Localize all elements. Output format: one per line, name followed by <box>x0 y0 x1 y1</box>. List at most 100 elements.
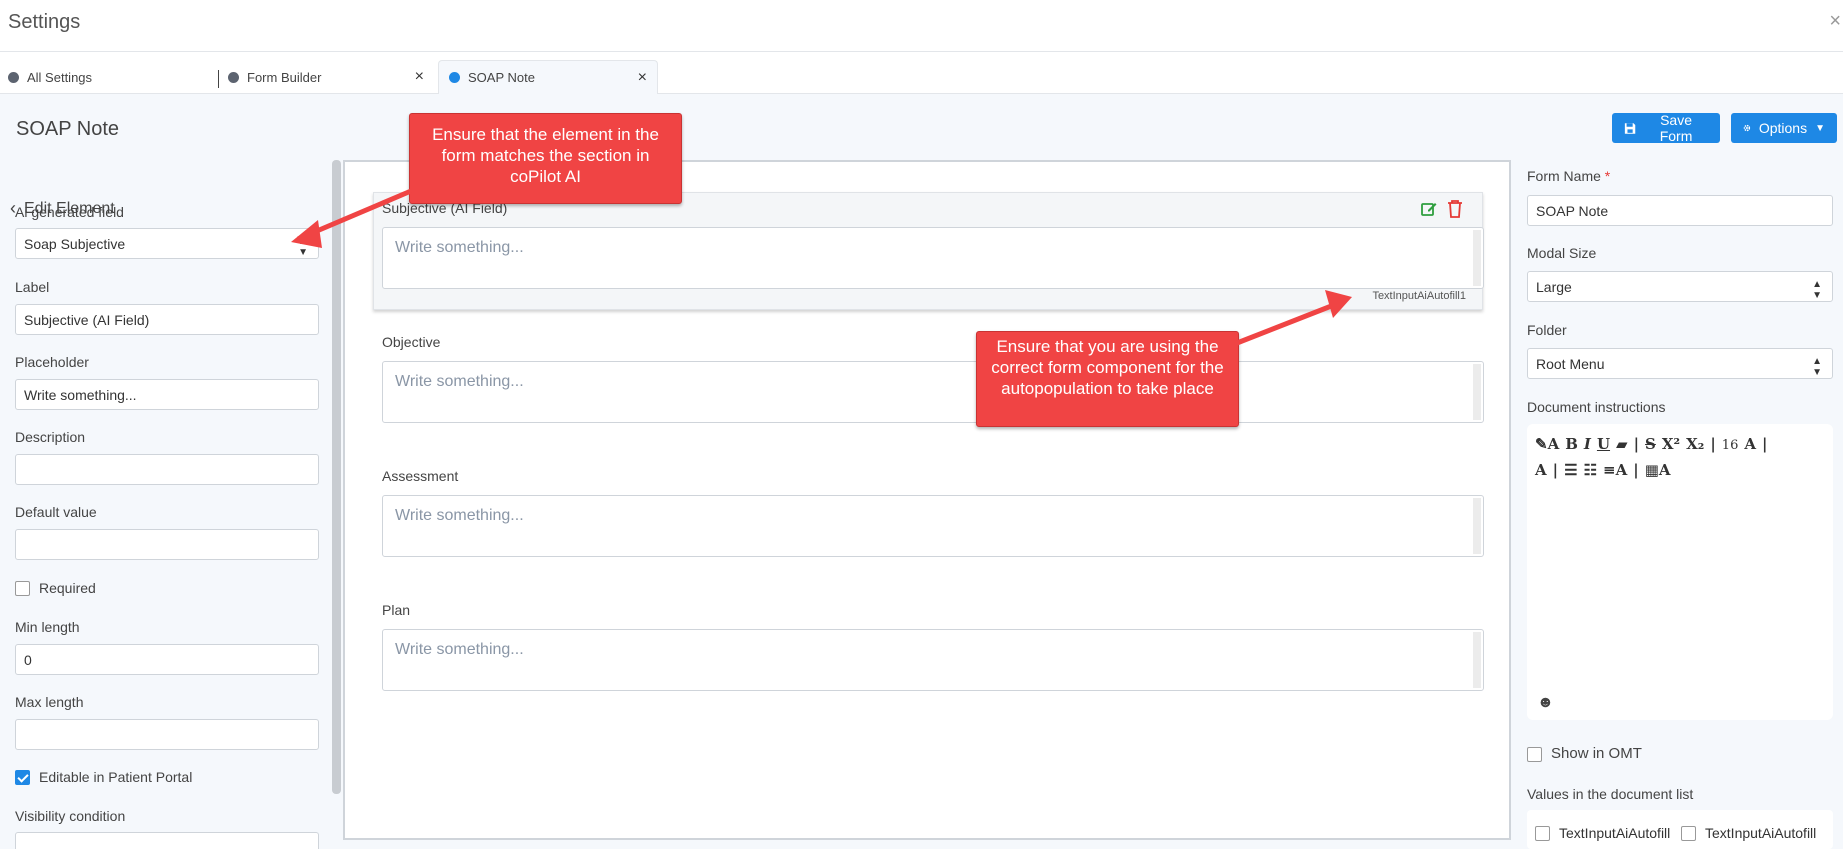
objective-placeholder: Write something... <box>395 373 524 390</box>
italic-icon[interactable]: I <box>1584 432 1591 456</box>
save-form-button[interactable]: Save Form <box>1612 112 1720 144</box>
plan-field-label-wrap: Plan <box>382 602 1484 618</box>
required-mark: * <box>1604 168 1611 184</box>
strikethrough-icon[interactable]: S <box>1645 432 1656 456</box>
label-input[interactable]: Subjective (AI Field) <box>15 304 319 335</box>
table-icon[interactable]: ▦A <box>1645 458 1671 482</box>
default-value-label: Default value <box>15 504 97 520</box>
label-input-value: Subjective (AI Field) <box>24 312 150 328</box>
toolbar-divider: | <box>1633 435 1640 453</box>
form-name-label: Form Name * <box>1527 168 1610 184</box>
label-field-label: Label <box>15 279 50 295</box>
tab-label: SOAP Note <box>468 70 535 85</box>
textarea-scrollbar <box>1473 498 1481 554</box>
font-color-icon[interactable]: A <box>1744 432 1756 456</box>
font-size-control[interactable]: 16 <box>1722 434 1739 458</box>
modal-size-select[interactable]: Large ▲ ▼ <box>1527 271 1833 302</box>
document-instructions-editor[interactable]: ✎A B I U ▰ | S X² X₂ | 16 A | A | ☰ ☷ ≡A | ▦A ☻ <box>1527 424 1833 720</box>
left-panel-scrollbar[interactable] <box>332 160 341 794</box>
modal-size-value: Large <box>1536 279 1572 295</box>
title-bar: Settings × <box>0 0 1843 52</box>
assessment-placeholder: Write something... <box>395 507 524 524</box>
ai-generated-field-select[interactable]: Soap Subjective ▲ ▼ <box>15 228 319 259</box>
select-caret-icon: ▲ ▼ <box>298 236 308 258</box>
tab-form-builder[interactable]: Form Builder × <box>228 60 434 94</box>
tab-status-dot-icon <box>449 72 460 83</box>
min-length-label: Min length <box>15 619 80 635</box>
required-checkbox[interactable] <box>15 581 30 596</box>
value-option-a-checkbox[interactable] <box>1535 826 1550 841</box>
editor-toolbar: ✎A B I U ▰ | S X² X₂ | 16 A | A | ☰ ☷ ≡A | ▦A <box>1535 432 1825 482</box>
ai-field-label: Ai generated field <box>15 204 124 220</box>
show-omt-label: Show in OMT <box>1551 745 1642 762</box>
textarea-scrollbar <box>1473 364 1481 420</box>
ai-field-value: Soap Subjective <box>24 236 126 252</box>
assessment-field-label-wrap: Assessment <box>382 468 1484 484</box>
chevron-down-icon: ▼ <box>1815 122 1825 134</box>
visibility-condition-input[interactable] <box>15 832 319 849</box>
textarea-scrollbar <box>1473 230 1481 286</box>
assessment-textarea[interactable]: Write something... <box>382 495 1484 557</box>
form-name-value: SOAP Note <box>1536 203 1609 219</box>
required-label: Required <box>39 580 96 596</box>
highlight-icon[interactable]: A <box>1535 458 1547 482</box>
show-omt-checkbox[interactable] <box>1527 747 1542 762</box>
values-list-label: Values in the document list <box>1527 786 1694 802</box>
superscript-icon[interactable]: X² <box>1662 432 1680 456</box>
callout-component-type: Ensure that you are using the correct fo… <box>976 331 1239 427</box>
toolbar-divider: | <box>1710 435 1716 453</box>
folder-label: Folder <box>1527 322 1567 338</box>
form-canvas: TextInputAiAutofill1 Subjective (AI Fiel… <box>343 160 1511 840</box>
emoji-icon[interactable]: ☻ <box>1537 694 1554 712</box>
form-name-label-text: Form Name <box>1527 168 1601 184</box>
main-area: SOAP Note Save Form Options ▼ ‹ Edit Ele… <box>0 94 1843 849</box>
tab-close-icon[interactable]: × <box>415 68 424 86</box>
underline-icon[interactable]: U <box>1597 432 1610 456</box>
select-caret-icon: ▲ ▼ <box>1812 279 1822 301</box>
value-option-b-checkbox[interactable] <box>1681 826 1696 841</box>
window-title: Settings <box>8 11 81 33</box>
magic-format-icon[interactable]: ✎A <box>1535 432 1559 456</box>
placeholder-field-label: Placeholder <box>15 354 89 370</box>
save-icon <box>1624 122 1636 134</box>
objective-textarea[interactable]: Write something... <box>382 361 1484 423</box>
subjective-textarea[interactable]: Write something... <box>382 227 1484 289</box>
subscript-icon[interactable]: X₂ <box>1686 432 1704 456</box>
bullet-list-icon[interactable]: ☰ <box>1564 458 1577 482</box>
max-length-input[interactable] <box>15 719 319 750</box>
values-list-box: TextInputAiAutofill TextInputAiAutofill <box>1527 810 1833 849</box>
folder-value: Root Menu <box>1536 356 1605 372</box>
min-length-value: 0 <box>24 652 32 668</box>
document-instructions-label: Document instructions <box>1527 399 1666 415</box>
align-icon[interactable]: ≡A <box>1603 458 1627 482</box>
description-input[interactable] <box>15 454 319 485</box>
select-caret-icon: ▲ ▼ <box>1812 356 1822 378</box>
tab-label: Form Builder <box>247 69 322 85</box>
settings-window: Settings × All Settings Form Builder × S… <box>0 0 1843 849</box>
max-length-label: Max length <box>15 694 84 710</box>
tab-status-dot-icon <box>8 71 19 83</box>
tab-close-icon[interactable]: × <box>638 69 647 87</box>
options-button[interactable]: Options ▼ <box>1731 113 1837 143</box>
bold-icon[interactable]: B <box>1565 432 1578 456</box>
tab-bar: All Settings Form Builder × SOAP Note × <box>0 52 1843 94</box>
plan-textarea[interactable]: Write something... <box>382 629 1484 691</box>
folder-select[interactable]: Root Menu ▲ ▼ <box>1527 348 1833 379</box>
min-length-input[interactable]: 0 <box>15 644 319 675</box>
tab-soap-note[interactable]: SOAP Note × <box>438 60 658 94</box>
default-value-input[interactable] <box>15 529 319 560</box>
visibility-condition-label: Visibility condition <box>15 808 126 824</box>
editable-portal-checkbox[interactable] <box>15 770 30 785</box>
eraser-icon[interactable]: ▰ <box>1616 432 1628 456</box>
page-title: SOAP Note <box>16 118 120 140</box>
gear-icon <box>1743 124 1751 132</box>
callout-ai-field-match: Ensure that the element in the form matc… <box>409 113 682 204</box>
tab-all-settings[interactable]: All Settings <box>8 60 208 94</box>
numbered-list-icon[interactable]: ☷ <box>1584 458 1597 482</box>
placeholder-input[interactable]: Write something... <box>15 379 319 410</box>
window-close-icon[interactable]: × <box>1829 10 1841 33</box>
plan-field-label: Plan <box>382 602 411 618</box>
textarea-scrollbar <box>1473 632 1481 688</box>
form-name-input[interactable]: SOAP Note <box>1527 195 1833 226</box>
toolbar-divider: | <box>1552 461 1559 479</box>
